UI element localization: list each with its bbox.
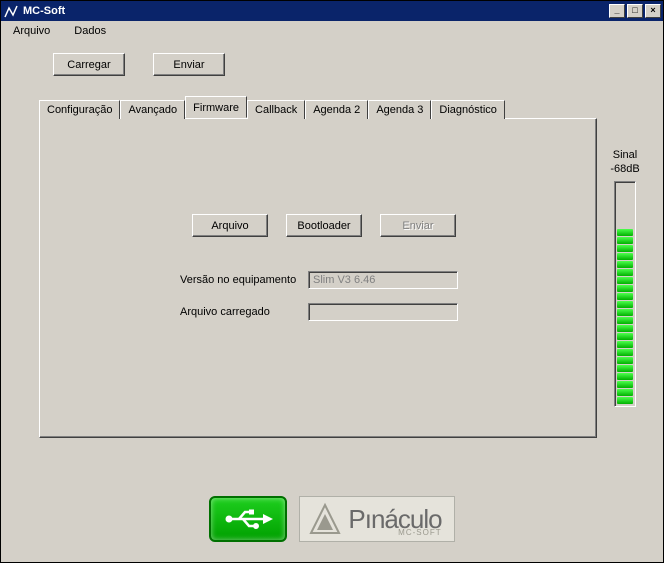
- brand-mark-icon: [308, 502, 342, 536]
- menubar: Arquivo Dados: [1, 21, 663, 41]
- firmware-file-field: [308, 303, 458, 321]
- tab-firmware[interactable]: Firmware: [185, 96, 247, 118]
- titlebar: MC-Soft _ □ ×: [1, 1, 663, 21]
- firmware-panel: Arquivo Bootloader Enviar Versão no equi…: [39, 118, 597, 438]
- firmware-file-row: Arquivo carregado: [180, 303, 458, 321]
- firmware-version-field: [308, 271, 458, 289]
- firmware-version-label: Versão no equipamento: [180, 274, 300, 286]
- signal-segment: [617, 253, 633, 260]
- tab-avancado[interactable]: Avançado: [120, 100, 185, 119]
- firmware-button-row: Arquivo Bootloader Enviar: [192, 214, 456, 237]
- tabstrip: Configuração Avançado Firmware Callback …: [39, 96, 647, 118]
- firmware-arquivo-button[interactable]: Arquivo: [192, 214, 268, 237]
- menu-arquivo[interactable]: Arquivo: [7, 23, 56, 39]
- footer: Pınáculo MC-SOFT: [1, 496, 663, 542]
- carregar-button[interactable]: Carregar: [53, 53, 125, 76]
- tab-configuracao[interactable]: Configuração: [39, 100, 120, 119]
- app-icon: [3, 3, 19, 19]
- signal-segment: [617, 309, 633, 316]
- firmware-version-row: Versão no equipamento: [180, 271, 458, 289]
- signal-segment: [617, 381, 633, 388]
- signal-segment: [617, 389, 633, 396]
- signal-segment: [617, 357, 633, 364]
- signal-segment: [617, 293, 633, 300]
- signal-label: Sinal: [603, 149, 647, 161]
- signal-segment: [617, 317, 633, 324]
- app-window: MC-Soft _ □ × Arquivo Dados Carregar Env…: [0, 0, 664, 563]
- enviar-button[interactable]: Enviar: [153, 53, 225, 76]
- signal-segment: [617, 237, 633, 244]
- signal-segment: [617, 333, 633, 340]
- signal-segment: [617, 285, 633, 292]
- window-title: MC-Soft: [23, 5, 609, 17]
- minimize-button[interactable]: _: [609, 4, 625, 18]
- signal-segment: [617, 269, 633, 276]
- brand-sub: MC-SOFT: [398, 528, 441, 537]
- maximize-button[interactable]: □: [627, 4, 643, 18]
- signal-segment: [617, 229, 633, 236]
- signal-meter: Sinal -68dB: [603, 149, 647, 407]
- usb-icon: [223, 507, 273, 531]
- top-button-row: Carregar Enviar: [53, 53, 647, 76]
- menu-dados[interactable]: Dados: [68, 23, 112, 39]
- brand-logo: Pınáculo MC-SOFT: [299, 496, 454, 542]
- usb-status-badge: [209, 496, 287, 542]
- firmware-bootloader-button[interactable]: Bootloader: [286, 214, 362, 237]
- signal-segment: [617, 373, 633, 380]
- signal-segment: [617, 349, 633, 356]
- signal-segment: [617, 261, 633, 268]
- signal-segment: [617, 365, 633, 372]
- signal-bar: [614, 181, 636, 407]
- signal-value: -68dB: [603, 163, 647, 175]
- tab-callback[interactable]: Callback: [247, 100, 305, 119]
- tab-agenda2[interactable]: Agenda 2: [305, 100, 368, 119]
- firmware-file-label: Arquivo carregado: [180, 306, 300, 318]
- firmware-enviar-button[interactable]: Enviar: [380, 214, 456, 237]
- client-area: Carregar Enviar Configuração Avançado Fi…: [1, 41, 663, 562]
- signal-segment: [617, 325, 633, 332]
- signal-segment: [617, 341, 633, 348]
- close-button[interactable]: ×: [645, 4, 661, 18]
- signal-segment: [617, 245, 633, 252]
- signal-segment: [617, 277, 633, 284]
- tab-diagnostico[interactable]: Diagnóstico: [431, 100, 504, 119]
- brand-name: Pınáculo MC-SOFT: [348, 504, 441, 535]
- tab-agenda3[interactable]: Agenda 3: [368, 100, 431, 119]
- signal-segment: [617, 397, 633, 404]
- signal-segment: [617, 301, 633, 308]
